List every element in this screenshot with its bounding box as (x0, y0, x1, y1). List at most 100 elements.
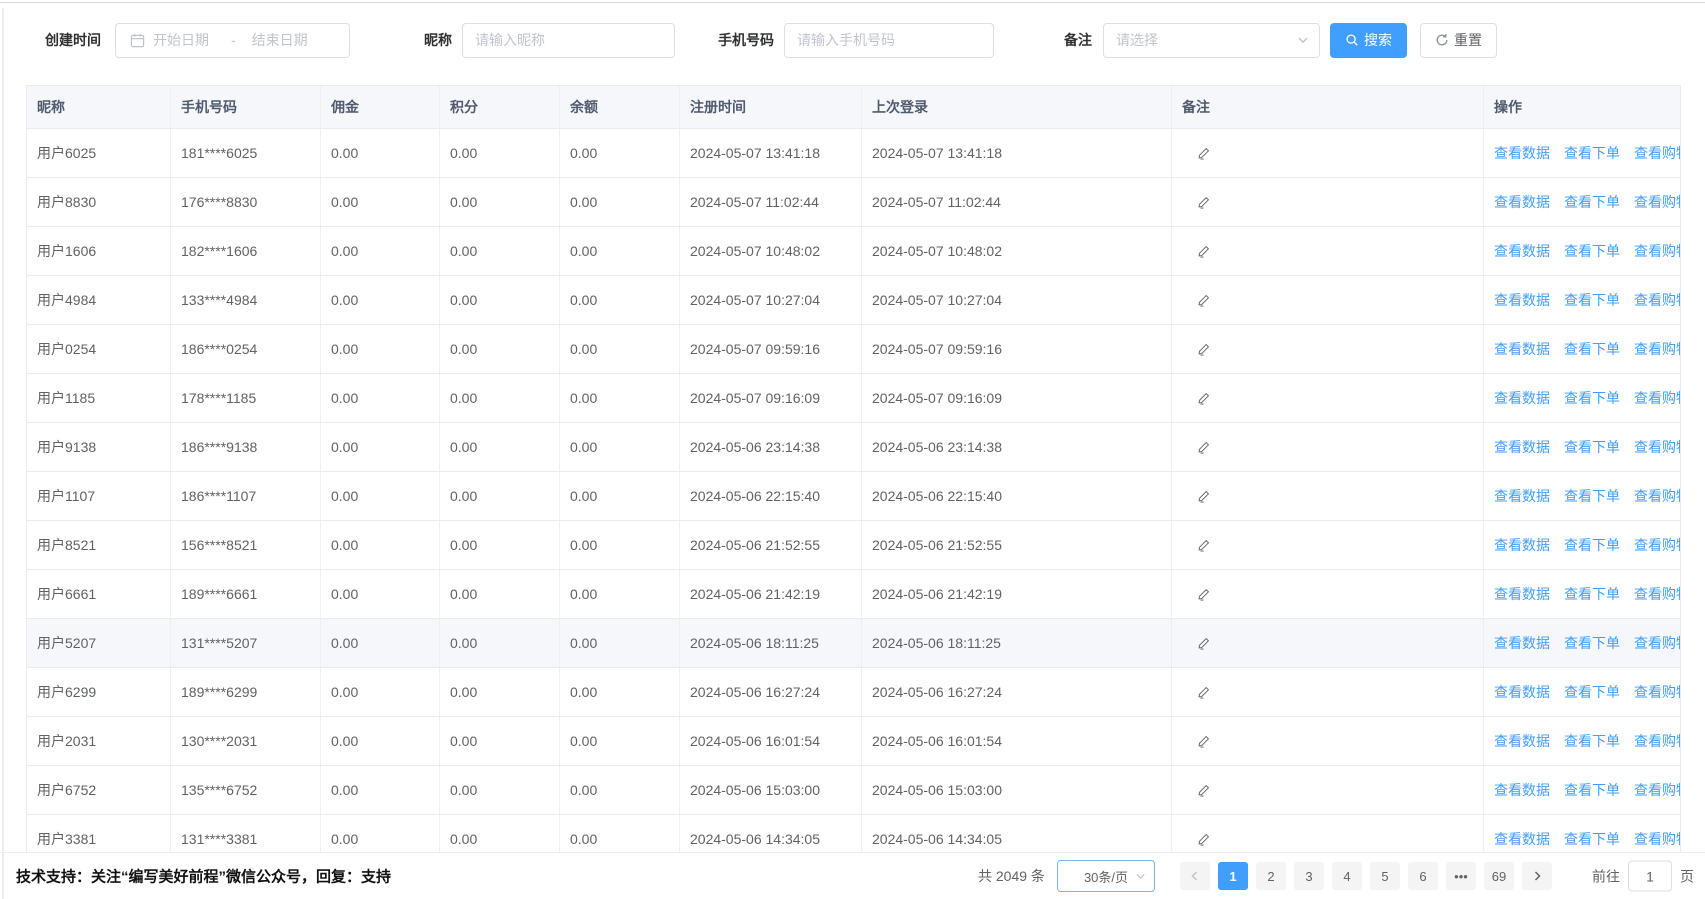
view-cart-link[interactable]: 查看购物车 (1634, 829, 1681, 849)
edit-remark-icon[interactable] (1196, 685, 1211, 700)
view-orders-link[interactable]: 查看下单 (1564, 388, 1620, 408)
view-orders-link[interactable]: 查看下单 (1564, 437, 1620, 457)
view-cart-link[interactable]: 查看购物车 (1634, 535, 1681, 555)
view-data-link[interactable]: 查看数据 (1494, 829, 1550, 849)
view-orders-link[interactable]: 查看下单 (1564, 682, 1620, 702)
cell-actions: 查看数据 查看下单 查看购物车 (1484, 423, 1681, 471)
cell-actions: 查看数据 查看下单 查看购物车 (1484, 472, 1681, 520)
page-button[interactable]: 5 (1370, 862, 1400, 890)
view-cart-link[interactable]: 查看购物车 (1634, 290, 1681, 310)
view-data-link[interactable]: 查看数据 (1494, 437, 1550, 457)
view-data-link[interactable]: 查看数据 (1494, 388, 1550, 408)
view-orders-link[interactable]: 查看下单 (1564, 339, 1620, 359)
edit-remark-icon[interactable] (1196, 440, 1211, 455)
remark-select[interactable]: 请选择 (1103, 23, 1320, 58)
view-cart-link[interactable]: 查看购物车 (1634, 143, 1681, 163)
view-orders-link[interactable]: 查看下单 (1564, 192, 1620, 212)
view-data-link[interactable]: 查看数据 (1494, 584, 1550, 604)
view-orders-link[interactable]: 查看下单 (1564, 780, 1620, 800)
edit-remark-icon[interactable] (1196, 538, 1211, 553)
page-button[interactable]: 6 (1408, 862, 1438, 890)
create-time-range-input[interactable]: 开始日期 - 结束日期 (115, 23, 350, 58)
view-cart-link[interactable]: 查看购物车 (1634, 241, 1681, 261)
view-orders-link[interactable]: 查看下单 (1564, 241, 1620, 261)
view-cart-link[interactable]: 查看购物车 (1634, 486, 1681, 506)
more-pages-button[interactable]: ••• (1446, 862, 1476, 890)
cell-remark (1172, 570, 1484, 618)
page-button[interactable]: 4 (1332, 862, 1362, 890)
cell-nickname: 用户8521 (27, 521, 171, 569)
view-data-link[interactable]: 查看数据 (1494, 535, 1550, 555)
view-orders-link[interactable]: 查看下单 (1564, 829, 1620, 849)
view-data-link[interactable]: 查看数据 (1494, 192, 1550, 212)
view-data-link[interactable]: 查看数据 (1494, 339, 1550, 359)
edit-remark-icon[interactable] (1196, 342, 1211, 357)
table-row: 用户9138 186****9138 0.00 0.00 0.00 2024-0… (27, 423, 1681, 472)
calendar-icon (130, 33, 145, 48)
view-data-link[interactable]: 查看数据 (1494, 731, 1550, 751)
edit-remark-icon[interactable] (1196, 195, 1211, 210)
view-data-link[interactable]: 查看数据 (1494, 633, 1550, 653)
goto-page-input[interactable] (1628, 861, 1672, 892)
edit-remark-icon[interactable] (1196, 636, 1211, 651)
view-data-link[interactable]: 查看数据 (1494, 143, 1550, 163)
cell-actions: 查看数据 查看下单 查看购物车 (1484, 668, 1681, 716)
view-orders-link[interactable]: 查看下单 (1564, 584, 1620, 604)
view-cart-link[interactable]: 查看购物车 (1634, 682, 1681, 702)
refresh-icon (1435, 33, 1449, 47)
edit-remark-icon[interactable] (1196, 587, 1211, 602)
cell-commission: 0.00 (321, 227, 440, 275)
edit-remark-icon[interactable] (1196, 734, 1211, 749)
view-cart-link[interactable]: 查看购物车 (1634, 192, 1681, 212)
view-orders-link[interactable]: 查看下单 (1564, 143, 1620, 163)
search-button[interactable]: 搜索 (1330, 23, 1407, 58)
view-cart-link[interactable]: 查看购物车 (1634, 584, 1681, 604)
view-cart-link[interactable]: 查看购物车 (1634, 339, 1681, 359)
table-row: 用户1185 178****1185 0.00 0.00 0.00 2024-0… (27, 374, 1681, 423)
view-cart-link[interactable]: 查看购物车 (1634, 780, 1681, 800)
page-size-select[interactable]: 30条/页 (1057, 860, 1155, 892)
reset-button[interactable]: 重置 (1420, 23, 1497, 58)
cell-phone: 189****6299 (171, 668, 321, 716)
view-orders-link[interactable]: 查看下单 (1564, 535, 1620, 555)
view-orders-link[interactable]: 查看下单 (1564, 486, 1620, 506)
view-data-link[interactable]: 查看数据 (1494, 486, 1550, 506)
cell-remark (1172, 227, 1484, 275)
edit-remark-icon[interactable] (1196, 293, 1211, 308)
view-orders-link[interactable]: 查看下单 (1564, 290, 1620, 310)
edit-remark-icon[interactable] (1196, 244, 1211, 259)
view-data-link[interactable]: 查看数据 (1494, 241, 1550, 261)
prev-page-button[interactable] (1180, 862, 1210, 890)
edit-remark-icon[interactable] (1196, 489, 1211, 504)
view-data-link[interactable]: 查看数据 (1494, 290, 1550, 310)
page-button[interactable]: 3 (1294, 862, 1324, 890)
view-cart-link[interactable]: 查看购物车 (1634, 388, 1681, 408)
edit-remark-icon[interactable] (1196, 146, 1211, 161)
cell-balance: 0.00 (560, 668, 680, 716)
page-button[interactable]: 2 (1256, 862, 1286, 890)
page-button[interactable]: 1 (1218, 862, 1248, 890)
edit-remark-icon[interactable] (1196, 391, 1211, 406)
view-orders-link[interactable]: 查看下单 (1564, 633, 1620, 653)
cell-commission: 0.00 (321, 129, 440, 177)
cell-phone: 189****6661 (171, 570, 321, 618)
view-data-link[interactable]: 查看数据 (1494, 780, 1550, 800)
cell-phone: 186****0254 (171, 325, 321, 373)
nickname-input[interactable] (463, 24, 674, 57)
next-page-button[interactable] (1522, 862, 1552, 890)
cell-balance: 0.00 (560, 619, 680, 667)
edit-remark-icon[interactable] (1196, 832, 1211, 847)
phone-input[interactable] (785, 24, 993, 57)
view-data-link[interactable]: 查看数据 (1494, 682, 1550, 702)
view-cart-link[interactable]: 查看购物车 (1634, 437, 1681, 457)
view-cart-link[interactable]: 查看购物车 (1634, 731, 1681, 751)
view-orders-link[interactable]: 查看下单 (1564, 731, 1620, 751)
cell-last-login: 2024-05-06 21:42:19 (862, 570, 1172, 618)
column-header-last-login: 上次登录 (862, 86, 1172, 128)
page-button[interactable]: 69 (1484, 862, 1514, 890)
edit-remark-icon[interactable] (1196, 783, 1211, 798)
view-cart-link[interactable]: 查看购物车 (1634, 633, 1681, 653)
cell-nickname: 用户5207 (27, 619, 171, 667)
cell-nickname: 用户1606 (27, 227, 171, 275)
cell-points: 0.00 (440, 766, 560, 814)
